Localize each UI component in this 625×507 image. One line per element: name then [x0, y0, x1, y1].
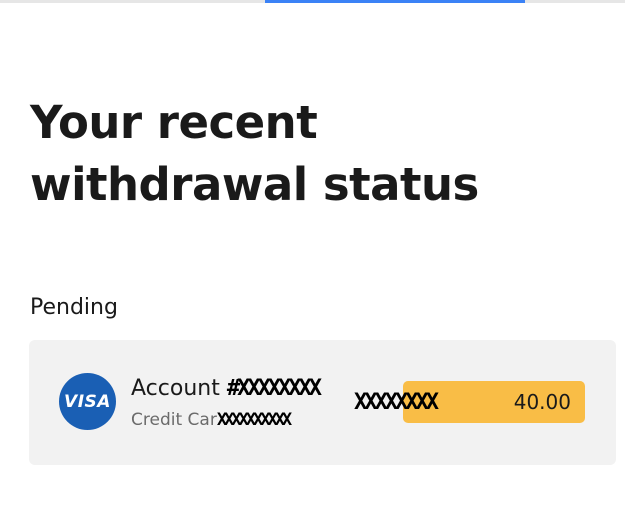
amount-redacted: XXXXXXXX: [354, 390, 439, 415]
account-line: Account #XXXXXXXX: [131, 374, 322, 404]
payment-method-label: Credit Car: [131, 410, 217, 430]
account-number-redacted: #XXXXXXXX: [226, 376, 322, 401]
pending-section-label: Pending: [30, 295, 118, 320]
withdrawal-amount: 40.00: [513, 390, 571, 414]
withdrawal-card[interactable]: VISA Account #XXXXXXXX Credit CarXXXXXXX…: [29, 340, 616, 465]
card-brand-label: VISA: [64, 391, 111, 412]
active-tab-indicator: [265, 0, 525, 3]
page-title: Your recent withdrawal status: [30, 96, 479, 211]
payment-method-redacted: XXXXXXXXXX: [216, 410, 292, 430]
account-prefix: Account: [131, 376, 220, 401]
payment-method-line: Credit CarXXXXXXXXXX: [131, 408, 292, 432]
visa-icon: VISA: [59, 373, 116, 430]
